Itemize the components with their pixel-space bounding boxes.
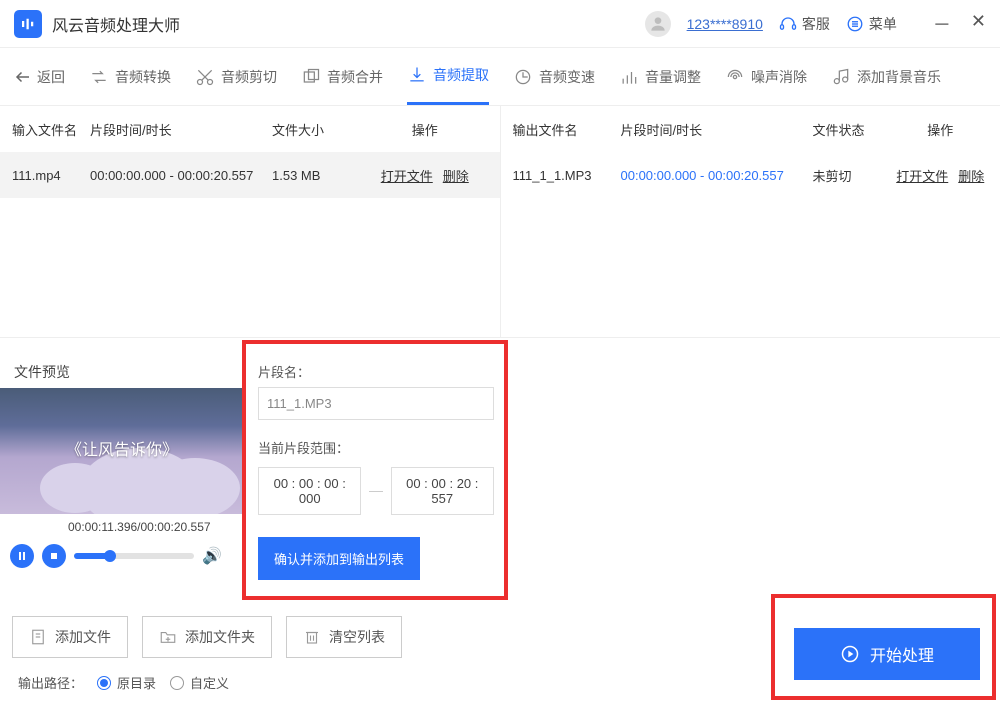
output-row[interactable]: 111_1_1.MP3 00:00:00.000 - 00:00:20.557 …: [501, 152, 1000, 198]
col-output-status: 文件状态: [813, 120, 893, 139]
customer-service-label: 客服: [802, 14, 830, 34]
input-file-time: 00:00:00.000 - 00:00:20.557: [82, 168, 272, 183]
minimize-button[interactable]: －: [933, 11, 951, 37]
clip-editor: 片段名： 111_1.MP3 当前片段范围： 00 : 00 : 00 : 00…: [246, 342, 506, 600]
lower-area: 文件预览 《让风告诉你》 00:00:11.396/00:00:20.557 🔊…: [0, 340, 1000, 710]
app-logo: [14, 10, 42, 38]
confirm-add-button[interactable]: 确认并添加到输出列表: [258, 537, 420, 580]
back-button[interactable]: 返回: [14, 67, 65, 87]
input-file-name: 111.mp4: [12, 168, 82, 183]
col-input-name: 输入文件名: [12, 120, 82, 139]
output-path-label: 输出路径：: [18, 673, 83, 692]
input-table-head: 输入文件名 片段时间/时长 文件大小 操作: [0, 106, 500, 152]
add-file-button[interactable]: 添加文件: [12, 616, 128, 658]
preview-label: 文件预览: [14, 362, 70, 382]
tab-convert[interactable]: 音频转换: [89, 48, 171, 105]
table-area: 输入文件名 片段时间/时长 文件大小 操作 111.mp4 00:00:00.0…: [0, 106, 1000, 338]
back-label: 返回: [37, 67, 65, 87]
add-folder-button[interactable]: 添加文件夹: [142, 616, 272, 658]
output-table-head: 输出文件名 片段时间/时长 文件状态 操作: [501, 106, 1000, 152]
clip-name-input[interactable]: 111_1.MP3: [258, 387, 494, 420]
tab-cut[interactable]: 音频剪切: [195, 48, 277, 105]
clip-name-label: 片段名：: [258, 365, 310, 380]
bottom-bar: 添加文件 添加文件夹 清空列表: [12, 616, 402, 658]
range-dash: [369, 491, 382, 492]
radio-custom-icon: [170, 676, 184, 690]
col-input-time: 片段时间/时长: [82, 120, 272, 139]
tab-bgm[interactable]: 添加背景音乐: [831, 48, 941, 105]
video-preview[interactable]: 《让风告诉你》: [0, 388, 244, 514]
pause-button[interactable]: [10, 544, 34, 568]
col-output-op: 操作: [893, 120, 989, 139]
input-table: 输入文件名 片段时间/时长 文件大小 操作 111.mp4 00:00:00.0…: [0, 106, 501, 337]
input-file-size: 1.53 MB: [272, 168, 362, 183]
radio-original[interactable]: 原目录: [97, 673, 156, 692]
clear-list-button[interactable]: 清空列表: [286, 616, 402, 658]
clip-range-end[interactable]: 00 : 00 : 20 : 557: [391, 467, 494, 515]
clip-range-start[interactable]: 00 : 00 : 00 : 000: [258, 467, 361, 515]
radio-custom[interactable]: 自定义: [170, 673, 229, 692]
tab-volume[interactable]: 音量调整: [619, 48, 701, 105]
input-row[interactable]: 111.mp4 00:00:00.000 - 00:00:20.557 1.53…: [0, 152, 500, 198]
output-file-time: 00:00:00.000 - 00:00:20.557: [613, 168, 813, 183]
col-output-name: 输出文件名: [513, 120, 613, 139]
tab-merge[interactable]: 音频合并: [301, 48, 383, 105]
col-input-size: 文件大小: [272, 120, 362, 139]
close-button[interactable]: ✕: [971, 11, 986, 37]
output-table: 输出文件名 片段时间/时长 文件状态 操作 111_1_1.MP3 00:00:…: [501, 106, 1000, 337]
user-area: 123****8910 客服 菜单 － ✕: [645, 11, 986, 37]
avatar-icon[interactable]: [645, 11, 671, 37]
menu-button[interactable]: 菜单: [846, 14, 897, 34]
output-path-row: 输出路径： 原目录 自定义: [18, 673, 229, 692]
tab-speed[interactable]: 音频变速: [513, 48, 595, 105]
radio-original-icon: [97, 676, 111, 690]
app-title: 风云音频处理大师: [52, 12, 180, 36]
clip-range-label: 当前片段范围：: [258, 438, 494, 457]
input-delete-button[interactable]: 删除: [443, 166, 469, 185]
user-id[interactable]: 123****8910: [687, 16, 763, 32]
main-tabs: 返回 音频转换 音频剪切 音频合并 音频提取 音频变速 音量调整 噪声消除 添加…: [0, 48, 1000, 106]
video-title: 《让风告诉你》: [0, 436, 244, 460]
tab-denoise[interactable]: 噪声消除: [725, 48, 807, 105]
tab-extract[interactable]: 音频提取: [407, 48, 489, 105]
start-process-button[interactable]: 开始处理: [794, 628, 980, 680]
output-open-button[interactable]: 打开文件: [896, 166, 948, 185]
input-open-button[interactable]: 打开文件: [381, 166, 433, 185]
customer-service-button[interactable]: 客服: [779, 14, 830, 34]
stop-button[interactable]: [42, 544, 66, 568]
volume-icon[interactable]: 🔊: [202, 546, 222, 566]
output-file-status: 未剪切: [813, 166, 893, 185]
title-bar: 风云音频处理大师 123****8910 客服 菜单 － ✕: [0, 0, 1000, 48]
col-output-time: 片段时间/时长: [613, 120, 813, 139]
output-file-name: 111_1_1.MP3: [513, 168, 613, 183]
progress-slider[interactable]: [74, 553, 194, 559]
player-time: 00:00:11.396/00:00:20.557: [68, 520, 211, 534]
player-controls: 🔊: [10, 544, 222, 568]
col-input-op: 操作: [362, 120, 488, 139]
menu-label: 菜单: [869, 14, 897, 34]
output-delete-button[interactable]: 删除: [958, 166, 984, 185]
